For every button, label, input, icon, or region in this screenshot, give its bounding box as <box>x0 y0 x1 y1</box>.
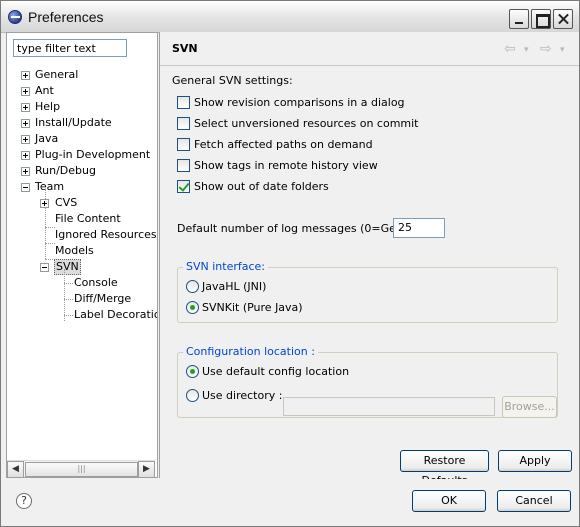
preferences-tree-panel: General Ant Help Install/Update Java Plu… <box>6 32 158 478</box>
preferences-dialog: Preferences General Ant Help Install/Upd <box>0 0 580 527</box>
general-settings-label: General SVN settings: <box>172 74 293 87</box>
svn-interface-group: SVN interface: JavaHL (JNI) SVNKit (Pure… <box>177 261 558 323</box>
log-messages-label: Default number of log messages (0=Get Al… <box>177 222 422 235</box>
tree-item-label: General <box>35 68 79 81</box>
tree-item-label: Install/Update <box>35 116 112 129</box>
tree-connector <box>64 283 73 284</box>
tree-item-label: Ant <box>35 84 54 97</box>
restore-defaults-button[interactable]: Restore Defaults <box>400 450 489 487</box>
browse-button[interactable]: Browse... <box>502 396 557 418</box>
back-arrow-icon[interactable]: ⇦ <box>504 41 516 57</box>
expand-icon[interactable] <box>21 135 30 144</box>
collapse-icon[interactable] <box>40 263 49 272</box>
header-separator <box>160 65 579 66</box>
radio-label: JavaHL (JNI) <box>202 280 267 293</box>
expand-icon[interactable] <box>21 119 30 128</box>
close-button[interactable] <box>553 9 573 29</box>
checkbox-label: Fetch affected paths on demand <box>194 138 373 151</box>
tree-connector <box>64 315 73 316</box>
expand-icon[interactable] <box>21 167 30 176</box>
cancel-button[interactable]: Cancel <box>497 490 571 512</box>
window-title: Preferences <box>28 9 104 25</box>
tree-item-label: Models <box>55 244 94 257</box>
checkbox-label: Show tags in remote history view <box>194 159 378 172</box>
tree-item-label-selected: SVN <box>54 259 81 275</box>
radio-button[interactable] <box>186 280 199 293</box>
checkbox-box-checked[interactable] <box>177 180 190 193</box>
expand-icon[interactable] <box>40 199 49 208</box>
directory-input[interactable] <box>283 397 495 416</box>
forward-arrow-icon[interactable]: ⇨ <box>540 41 552 57</box>
checkbox-box[interactable] <box>177 138 190 151</box>
maximize-button[interactable] <box>531 9 551 29</box>
preferences-tree: General Ant Help Install/Update Java Plu… <box>7 63 157 458</box>
radio-label: SVNKit (Pure Java) <box>202 301 303 314</box>
eclipse-app-icon <box>8 10 22 24</box>
expand-icon[interactable] <box>21 151 30 160</box>
tree-item-label: Label Decorations <box>74 308 157 321</box>
tree-item-label: Diff/Merge <box>74 292 132 305</box>
tree-connector <box>45 227 55 228</box>
dialog-button-bar: ? OK Cancel <box>1 479 579 526</box>
tree-item-label: Java <box>35 132 59 145</box>
back-dropdown-icon[interactable]: ▾ <box>524 45 529 55</box>
checkbox-label: Show out of date folders <box>194 180 329 193</box>
configuration-location-group: Configuration location : Use default con… <box>177 346 558 418</box>
tree-item-label: File Content <box>55 212 121 225</box>
ok-button[interactable]: OK <box>412 490 486 512</box>
page-title: SVN <box>172 42 198 55</box>
filter-input[interactable] <box>13 39 127 57</box>
tree-item-label: Help <box>35 100 61 113</box>
checkbox-box[interactable] <box>177 159 190 172</box>
forward-dropdown-icon[interactable]: ▾ <box>560 45 565 55</box>
radio-label: Use directory : <box>202 389 283 402</box>
help-icon[interactable]: ? <box>16 493 32 509</box>
radio-button-selected[interactable] <box>186 365 199 378</box>
apply-button[interactable]: Apply <box>498 450 572 472</box>
tree-item-label: Ignored Resources <box>55 228 157 241</box>
tree-horizontal-scrollbar[interactable]: ◀ ||| ▶ <box>7 460 155 478</box>
group-title: SVN interface: <box>183 261 268 273</box>
log-messages-input[interactable]: 25 <box>393 218 445 238</box>
scroll-left-icon[interactable]: ◀ <box>7 461 24 478</box>
tree-item-label: Team <box>35 180 65 193</box>
checkbox-box[interactable] <box>177 117 190 130</box>
radio-button[interactable] <box>186 389 199 402</box>
minimize-button[interactable] <box>509 9 529 29</box>
expand-icon[interactable] <box>21 103 30 112</box>
group-title: Configuration location : <box>183 346 318 358</box>
tree-connector <box>45 243 55 244</box>
tree-connector <box>64 269 65 321</box>
collapse-icon[interactable] <box>21 183 30 192</box>
expand-icon[interactable] <box>21 71 30 80</box>
scroll-thumb[interactable]: ||| <box>25 462 138 477</box>
radio-button-selected[interactable] <box>186 301 199 314</box>
tree-item-label: CVS <box>55 196 78 209</box>
title-bar[interactable]: Preferences <box>1 1 579 33</box>
history-navigation: ⇦ ▾ ⇨ ▾ <box>504 41 574 57</box>
radio-label: Use default config location <box>202 365 350 378</box>
checkbox-label: Show revision comparisons in a dialog <box>194 96 405 109</box>
tree-connector <box>64 299 73 300</box>
tree-item-label: Run/Debug <box>35 164 96 177</box>
scroll-right-icon[interactable]: ▶ <box>138 461 155 478</box>
tree-item-label: Plug-in Development <box>35 148 151 161</box>
expand-icon[interactable] <box>21 87 30 96</box>
checkbox-label: Select unversioned resources on commit <box>194 117 419 130</box>
checkbox-box[interactable] <box>177 96 190 109</box>
svn-preference-page: SVN ⇦ ▾ ⇨ ▾ General SVN settings: Show r… <box>159 32 579 487</box>
tree-item-label: Console <box>74 276 118 289</box>
